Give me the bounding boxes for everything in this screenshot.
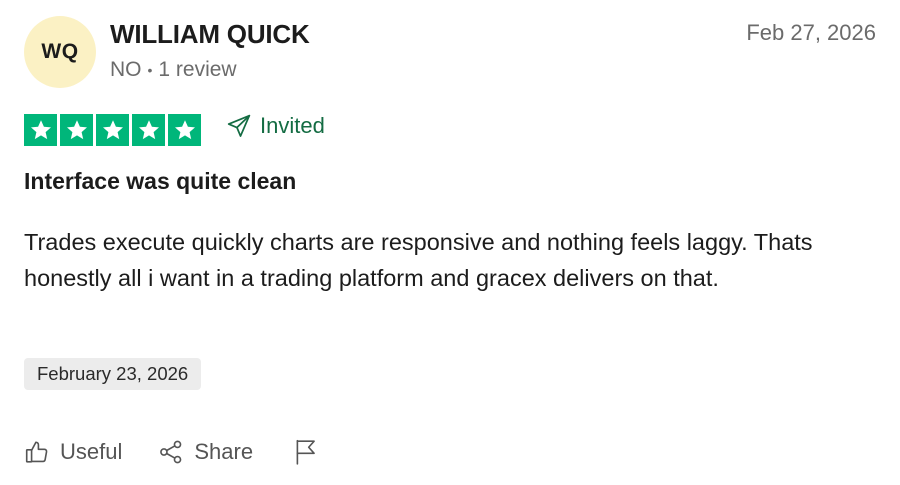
share-label: Share: [194, 439, 254, 464]
thumbs-up-icon: [24, 439, 50, 465]
review-actions: Useful Share: [24, 438, 319, 466]
star-rating: [24, 114, 201, 146]
flag-icon: [293, 438, 319, 466]
reviewer-meta: NO • 1 review: [110, 58, 237, 82]
meta-separator: •: [147, 62, 153, 78]
review-title: Interface was quite clean: [24, 168, 297, 194]
useful-label: Useful: [60, 439, 123, 464]
useful-button[interactable]: Useful: [24, 439, 122, 465]
star-icon: [132, 114, 165, 146]
star-icon: [60, 114, 93, 146]
review-posted-date: Feb 27, 2026: [746, 20, 876, 45]
paper-plane-icon: [226, 113, 252, 139]
star-icon: [24, 114, 57, 146]
report-button[interactable]: [293, 438, 319, 466]
share-icon: [158, 439, 184, 465]
star-icon: [96, 114, 129, 146]
reviewer-country: NO: [110, 58, 142, 81]
review-card: WQ WILLIAM QUICK NO • 1 review Feb 27, 2…: [0, 0, 900, 485]
experience-date-badge: February 23, 2026: [24, 358, 202, 390]
invited-label: Invited: [260, 113, 325, 138]
avatar[interactable]: WQ: [24, 16, 96, 88]
review-body: Trades execute quickly charts are respon…: [24, 229, 813, 291]
share-button[interactable]: Share: [158, 439, 253, 465]
reviewer-review-count: 1 review: [158, 58, 237, 81]
avatar-initials: WQ: [41, 40, 79, 63]
star-icon: [168, 114, 201, 146]
reviewer-name[interactable]: WILLIAM QUICK: [110, 19, 310, 50]
invited-badge[interactable]: Invited: [226, 113, 325, 139]
